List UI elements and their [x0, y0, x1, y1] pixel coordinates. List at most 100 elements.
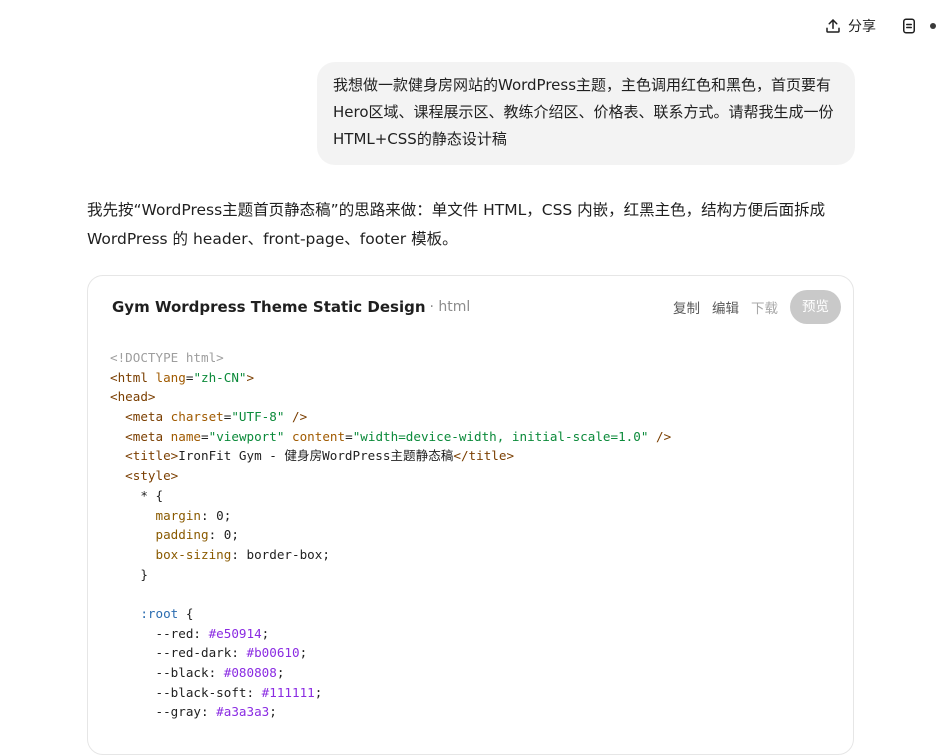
code-content: <!DOCTYPE html> <html lang = "zh-CN"> <head>…	[110, 348, 841, 722]
code-token: ;	[299, 645, 308, 661]
code-block-actions: 复制 编辑 下载 预览	[673, 290, 841, 324]
code-line: <!DOCTYPE html>	[110, 348, 841, 368]
code-token: ;	[322, 546, 330, 562]
code-token: IronFit Gym - 健身房WordPress主题静态稿	[178, 448, 454, 464]
code-line: <head>	[110, 387, 841, 407]
assistant-message: 我先按“WordPress主题首页静态稿”的思路来做：单文件 HTML，CSS …	[87, 201, 826, 248]
code-line: --gray: #a3a3a3;	[110, 702, 841, 722]
code-token: 0	[216, 507, 224, 523]
user-message-bubble: 我想做一款健身房网站的WordPress主题，主色调用红色和黑色，首页要有Her…	[317, 62, 855, 165]
code-token: }	[140, 566, 148, 582]
code-token: :	[208, 527, 224, 543]
code-token: lang	[155, 369, 186, 385]
upload-icon	[826, 19, 840, 33]
code-token: <html	[110, 369, 156, 385]
code-token: <!DOCTYPE html>	[110, 350, 224, 365]
code-token: --black-soft	[155, 684, 247, 700]
code-token: #a3a3a3	[216, 704, 270, 720]
code-token: ;	[231, 527, 239, 543]
code-token: :	[231, 546, 247, 562]
code-token: --black	[155, 665, 209, 680]
code-token: <style>	[125, 468, 179, 484]
code-token: :	[208, 665, 224, 680]
code-token: ;	[223, 507, 232, 523]
code-line: * {	[110, 486, 841, 506]
document-icon[interactable]	[900, 17, 918, 35]
code-token: box-sizing	[155, 546, 232, 562]
code-token: </title>	[453, 448, 515, 464]
code-line: <style>	[110, 466, 841, 486]
copy-button[interactable]: 复制	[673, 297, 700, 317]
share-label: 分享	[848, 19, 876, 35]
code-token: <meta	[125, 428, 171, 444]
code-token: :	[231, 645, 247, 661]
code-line: box-sizing: border-box;	[110, 545, 841, 565]
code-token: =	[345, 428, 353, 444]
preview-button[interactable]: 预览	[790, 290, 841, 324]
code-line: :root {	[110, 604, 841, 624]
code-line: <meta name="viewport" content="width=dev…	[110, 427, 841, 447]
code-token: "width=device-width, initial-scale=1.0"	[352, 428, 649, 444]
code-line: --black-soft: #111111;	[110, 683, 841, 703]
code-token: --gray	[155, 704, 202, 720]
code-token: margin	[155, 507, 202, 523]
code-token: :	[246, 684, 262, 700]
code-token: content	[284, 428, 346, 444]
code-token: ;	[276, 665, 285, 680]
code-line: --black: #080808;	[110, 663, 841, 683]
code-token: #b00610	[246, 645, 300, 661]
code-token: * {	[140, 487, 164, 503]
code-line: }	[110, 565, 841, 585]
code-token: #e50914	[208, 625, 262, 641]
code-block-language: · html	[429, 299, 471, 315]
code-token: =	[201, 428, 209, 444]
share-button[interactable]: 分享	[824, 16, 876, 36]
top-toolbar: 分享	[824, 14, 936, 38]
code-block-header: Gym Wordpress Theme Static Design · html…	[112, 290, 841, 324]
code-token: />	[284, 409, 308, 425]
code-token: "viewport"	[208, 428, 285, 444]
code-token: --red-dark	[155, 645, 232, 661]
code-block-card: Gym Wordpress Theme Static Design · html…	[87, 275, 854, 755]
code-token: >	[246, 369, 255, 385]
code-token: <title>	[125, 448, 179, 464]
code-token: #080808	[223, 665, 277, 680]
code-line: margin: 0;	[110, 506, 841, 526]
code-token: ;	[314, 684, 323, 700]
code-token: name	[170, 428, 202, 444]
code-token: {	[178, 605, 194, 621]
code-token: #111111	[261, 684, 315, 700]
code-line: --red: #e50914;	[110, 624, 841, 644]
code-token: />	[648, 428, 672, 444]
code-token: :	[201, 507, 217, 523]
code-token: ;	[261, 625, 270, 641]
code-token: <head>	[110, 389, 156, 405]
code-token: :root	[140, 605, 179, 621]
code-token: :	[201, 704, 217, 720]
code-token: padding	[155, 527, 209, 543]
code-token: border-box	[246, 546, 323, 562]
code-token: "zh-CN"	[193, 369, 247, 385]
more-icon[interactable]	[930, 23, 936, 29]
code-token: "UTF-8"	[231, 409, 285, 425]
code-line: --red-dark: #b00610;	[110, 643, 841, 663]
code-token: :	[193, 625, 209, 641]
edit-button[interactable]: 编辑	[712, 297, 739, 317]
download-button[interactable]: 下载	[751, 297, 778, 317]
code-line: padding: 0;	[110, 525, 841, 545]
